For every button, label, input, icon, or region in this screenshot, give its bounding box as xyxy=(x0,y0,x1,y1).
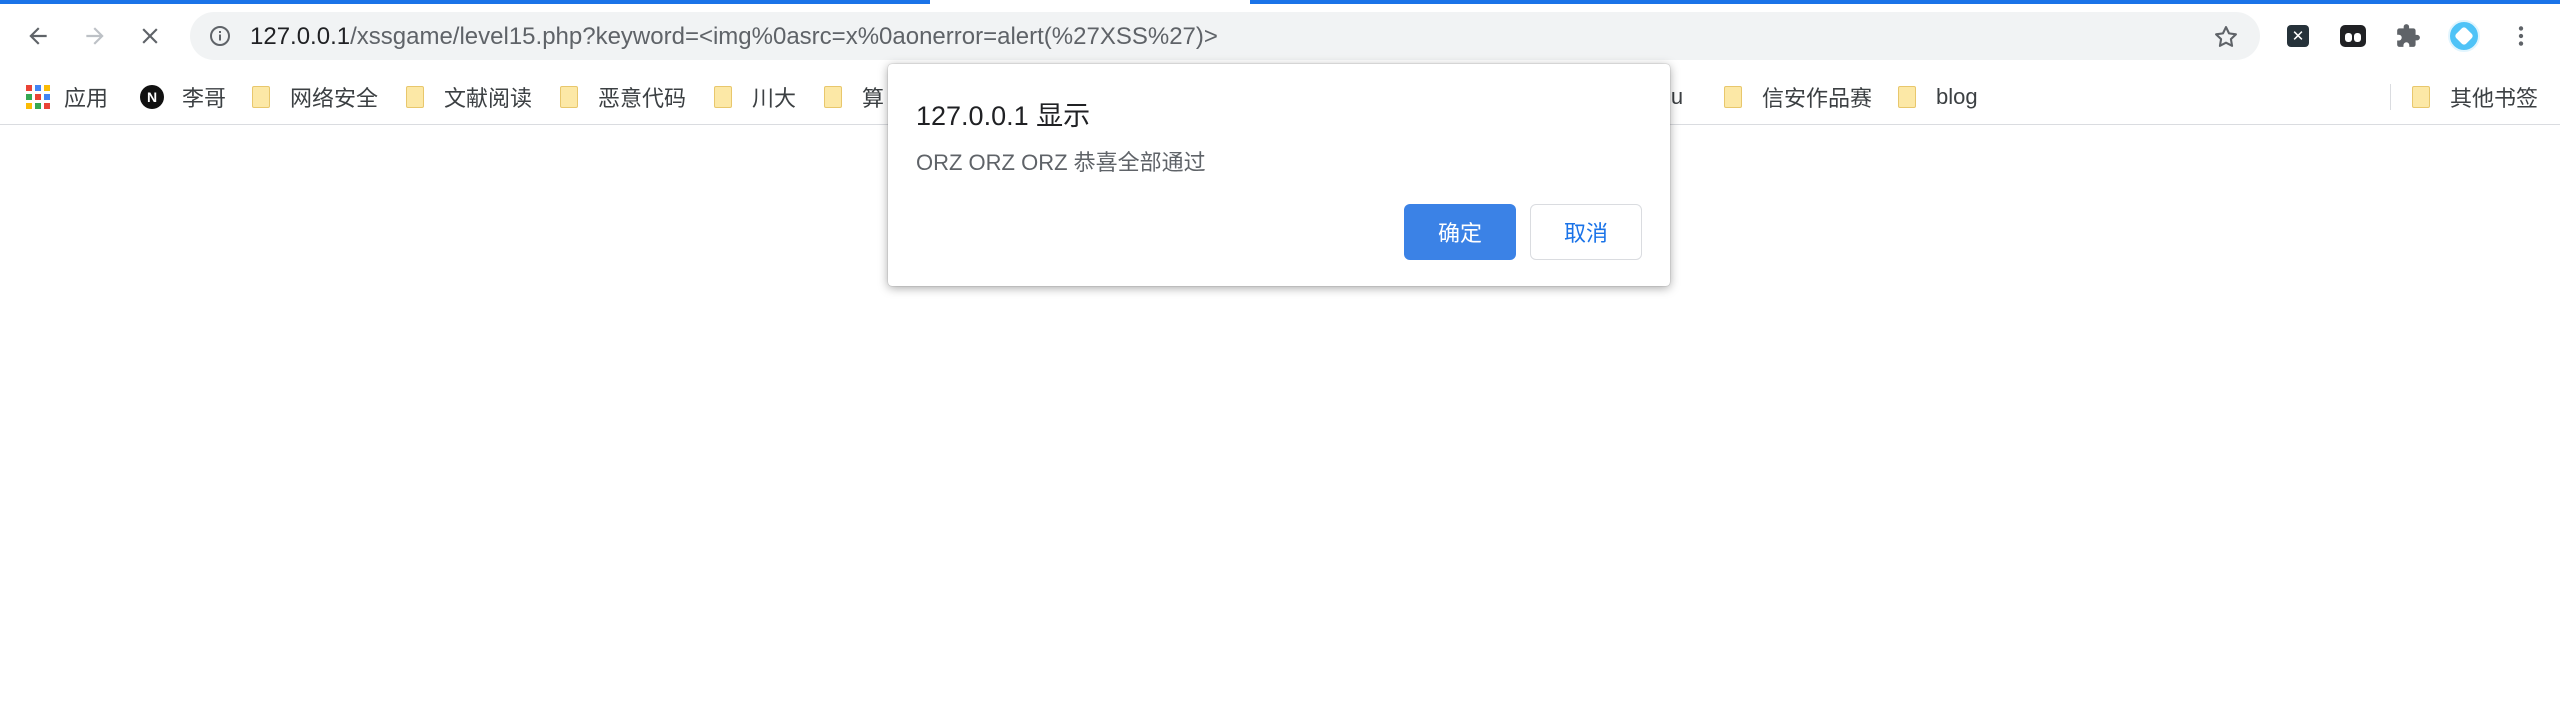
n-logo-icon: N xyxy=(140,85,164,109)
bookmark-folder-malware[interactable]: 恶意代码 xyxy=(560,80,686,114)
back-arrow-icon xyxy=(29,27,47,45)
bookmark-folder-literature[interactable]: 文献阅读 xyxy=(406,80,532,114)
tampermonkey-button[interactable] xyxy=(2337,20,2369,52)
browser-toolbar: 127.0.0.1/xssgame/level15.php?keyword=<i… xyxy=(0,4,2560,64)
alert-dialog: 127.0.0.1 显示 ORZ ORZ ORZ 恭喜全部通过 确定 取消 xyxy=(888,64,1670,286)
info-icon[interactable] xyxy=(208,24,232,48)
bookmark-label: blog xyxy=(1936,84,1978,109)
folder-icon xyxy=(1898,86,1916,108)
more-menu-icon xyxy=(2518,26,2524,46)
bookmark-label: 其他书签 xyxy=(2450,86,2539,111)
folder-icon xyxy=(824,86,842,108)
apps-grid-icon xyxy=(26,85,50,109)
profile-avatar-icon xyxy=(2448,20,2480,52)
extension-x-button[interactable]: ✕ xyxy=(2282,20,2314,52)
bookmark-folder-network-security[interactable]: 网络安全 xyxy=(252,80,378,114)
bookmark-label: 川大 xyxy=(752,86,797,111)
stop-loading-button[interactable] xyxy=(130,16,170,56)
bookmark-lige[interactable]: N 李哥 xyxy=(140,80,226,114)
folder-icon xyxy=(560,86,578,108)
bookmark-label: 信安作品赛 xyxy=(1762,86,1873,111)
extensions-button[interactable] xyxy=(2392,20,2424,52)
puzzle-extensions-icon xyxy=(2397,24,2420,47)
tampermonkey-icon xyxy=(2340,25,2366,47)
bookmark-folder-algorithm[interactable]: 算 xyxy=(824,80,884,114)
folder-icon xyxy=(252,86,270,108)
bookmark-folder-competition[interactable]: 信安作品赛 xyxy=(1724,80,1872,114)
bookmark-label: 文献阅读 xyxy=(444,86,533,111)
star-icon[interactable] xyxy=(2212,23,2240,51)
bookmark-label: 恶意代码 xyxy=(598,86,687,111)
back-button[interactable] xyxy=(18,16,58,56)
forward-button[interactable] xyxy=(75,16,115,56)
bookmark-label: 应用 xyxy=(64,86,109,111)
forward-arrow-icon xyxy=(86,27,104,45)
folder-icon xyxy=(2412,86,2430,108)
bookmark-folder-scu[interactable]: 川大 xyxy=(714,80,796,114)
profile-button[interactable] xyxy=(2448,20,2480,52)
url-host: 127.0.0.1 xyxy=(250,23,351,50)
url-path: /xssgame/level15.php?keyword=<img%0asrc=… xyxy=(350,23,1218,50)
ok-button[interactable]: 确定 xyxy=(1404,204,1516,260)
dialog-title: 127.0.0.1 显示 xyxy=(916,101,1091,131)
more-menu-button[interactable] xyxy=(2505,20,2537,52)
address-bar[interactable]: 127.0.0.1/xssgame/level15.php?keyword=<i… xyxy=(190,12,2260,60)
bookmark-folder-blog[interactable]: blog xyxy=(1898,80,1978,114)
folder-icon xyxy=(406,86,424,108)
extension-x-icon: ✕ xyxy=(2287,25,2309,47)
bookmark-label: 李哥 xyxy=(182,86,227,111)
bookmark-other[interactable]: 其他书签 xyxy=(2412,80,2538,114)
bookmark-label: 算 xyxy=(862,86,885,111)
folder-icon xyxy=(1724,86,1742,108)
bookmark-label: 网络安全 xyxy=(290,86,379,111)
folder-icon xyxy=(714,86,732,108)
bookmarks-divider xyxy=(2390,84,2391,110)
url-text[interactable]: 127.0.0.1/xssgame/level15.php?keyword=<i… xyxy=(250,23,1218,51)
dialog-message: ORZ ORZ ORZ 恭喜全部通过 xyxy=(916,150,1206,175)
cancel-button[interactable]: 取消 xyxy=(1530,204,1642,260)
bookmark-apps[interactable]: 应用 xyxy=(26,80,108,114)
stop-loading-icon xyxy=(142,28,158,44)
